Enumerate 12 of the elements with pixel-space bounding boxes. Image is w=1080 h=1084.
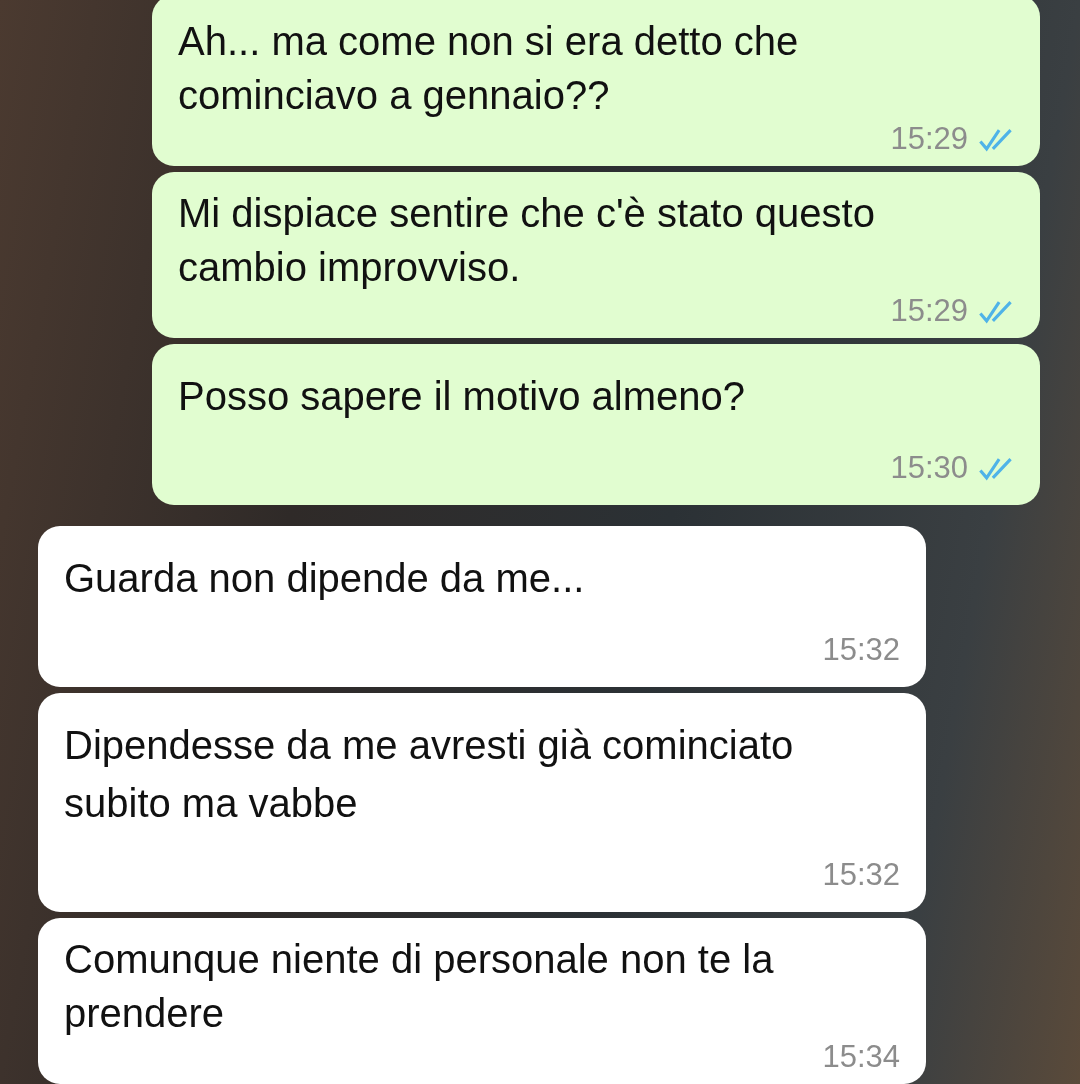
message-time: 15:29 [890, 292, 968, 330]
message-text: Guarda non dipende da me... [64, 555, 586, 602]
message-text: Comunque niente di personale non te la prendere [64, 936, 775, 1037]
message-text: Posso sapere il motivo almeno? [178, 373, 746, 420]
message-time: 15:30 [890, 449, 968, 487]
message-text: Ah... ma come non si era detto che cominciavo a gennaio?? [178, 18, 800, 119]
message-time: 15:29 [890, 120, 968, 158]
message-time: 15:32 [822, 631, 900, 669]
message-text: Dipendesse da me avresti già cominciato subito ma vabbe [64, 722, 795, 827]
message-text: Mi dispiace sentire che c'è stato questo cambio improvviso. [178, 190, 876, 291]
message-time: 15:32 [822, 856, 900, 894]
message-time: 15:34 [822, 1038, 900, 1076]
